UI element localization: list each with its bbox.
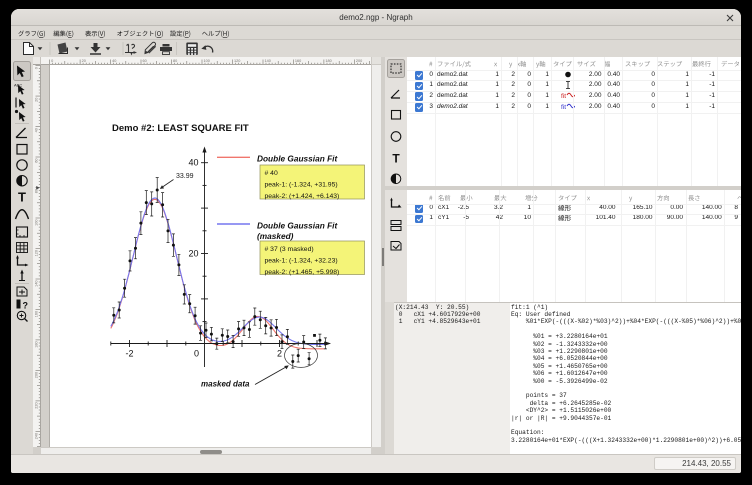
svg-text:# 37 (3 masked): # 37 (3 masked) [265,246,314,253]
svg-text:180: 180 [325,59,331,63]
svg-text:40: 40 [188,158,198,168]
svg-text:60: 60 [35,159,39,163]
svg-text:T: T [392,152,400,166]
svg-text:2: 2 [277,349,282,359]
svg-text:peak-2: (+1.465, +5.998): peak-2: (+1.465, +5.998) [265,269,340,276]
svg-text:240: 240 [35,433,39,439]
svg-text:0: 0 [35,67,39,69]
svg-text:0: 0 [194,349,199,359]
svg-text:80: 80 [173,59,177,63]
svg-text:masked data: masked data [201,380,250,389]
svg-text:40: 40 [35,128,39,132]
svg-text:peak-2: (+1.424, +6.143): peak-2: (+1.424, +6.143) [265,193,340,200]
svg-text:-2: -2 [125,349,133,359]
svg-text:Demo #2: LEAST SQUARE FIT: Demo #2: LEAST SQUARE FIT [112,123,249,134]
svg-text:T: T [18,190,26,205]
svg-text:20: 20 [82,59,86,63]
svg-text:60: 60 [143,59,147,63]
svg-text:20: 20 [188,249,198,259]
svg-text:peak-1: (-1.324, +32.23): peak-1: (-1.324, +32.23) [265,258,338,265]
svg-text:peak-1: (-1.324, +31.95): peak-1: (-1.324, +31.95) [265,182,338,189]
svg-text:80: 80 [35,189,39,193]
svg-text:140: 140 [35,281,39,287]
svg-text:# 40: # 40 [265,170,278,177]
svg-text:?: ? [23,301,29,311]
svg-text:220: 220 [35,402,39,408]
svg-text:200: 200 [356,59,362,63]
svg-text:100: 100 [35,220,39,226]
svg-text:180: 180 [35,341,39,347]
svg-text:(masked): (masked) [257,231,294,241]
svg-text:40: 40 [112,59,116,63]
svg-text:160: 160 [295,59,301,63]
svg-text:120: 120 [234,59,240,63]
svg-text:33.99: 33.99 [176,173,194,180]
svg-text:100: 100 [204,59,210,63]
svg-text:20: 20 [35,98,39,102]
svg-text:160: 160 [35,311,39,317]
svg-text:Double Gaussian Fit: Double Gaussian Fit [257,154,338,164]
svg-text:200: 200 [35,372,39,378]
svg-text:140: 140 [265,59,271,63]
svg-text:120: 120 [35,250,39,256]
svg-text:0: 0 [51,59,53,63]
svg-text:ABC: ABC [14,83,22,88]
svg-text:Double Gaussian Fit: Double Gaussian Fit [257,221,338,231]
